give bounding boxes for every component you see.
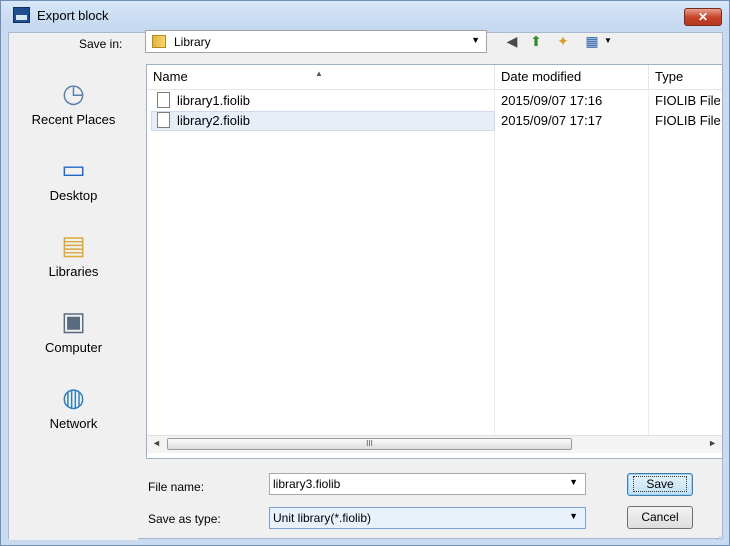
file-name-combo[interactable]: library3.fiolib ▼ [269,473,586,495]
save-button-label: Save [633,476,687,492]
save-button[interactable]: Save [627,473,693,496]
file-type: FIOLIB File [655,113,721,128]
place-desktop[interactable]: ▭ Desktop [9,152,138,203]
file-name: library2.fiolib [177,113,250,128]
column-date-label: Date modified [501,69,582,84]
chevron-down-icon: ▼ [471,35,480,45]
computer-icon: ▣ [61,306,86,336]
folder-icon [152,35,166,48]
save-in-label: Save in: [79,37,123,51]
file-name-label: File name: [148,480,205,494]
desktop-icon: ▭ [61,154,86,184]
save-as-type-label: Save as type: [148,512,221,526]
scroll-right-icon[interactable]: ► [708,438,717,448]
file-date: 2015/09/07 17:16 [501,93,603,108]
list-item[interactable]: library2.fiolib 2015/09/07 17:17 FIOLIB … [147,111,722,131]
libraries-icon: ▤ [61,230,86,260]
save-as-type-select[interactable]: Unit library(*.fiolib) ▼ [269,507,586,529]
column-divider [648,89,649,435]
scroll-left-icon[interactable]: ◄ [152,438,161,448]
resize-grip-icon[interactable]: ⋰ [716,532,726,542]
chevron-down-icon[interactable]: ▼ [569,511,578,521]
scroll-thumb[interactable]: III [167,438,572,450]
place-computer[interactable]: ▣ Computer [9,304,138,355]
save-as-type-value: Unit library(*.fiolib) [273,511,372,525]
place-libraries[interactable]: ▤ Libraries [9,228,138,279]
back-icon[interactable]: ◀ [503,32,521,50]
title-bar[interactable]: Export block ✕ [1,1,729,31]
export-block-dialog: Export block ✕ Save in: Library ▼ ◀ ⬆ ✦ … [0,0,730,546]
place-network[interactable]: ◍ Network [9,380,138,431]
place-label: Libraries [48,264,99,279]
file-list[interactable]: Name ▲ Date modified Type library1.fioli… [146,64,723,459]
place-label: Computer [44,340,103,355]
network-icon: ◍ [62,382,85,412]
place-label: Network [49,416,98,431]
dialog-title: Export block [37,8,109,23]
close-button[interactable]: ✕ [684,8,722,26]
sort-ascending-icon: ▲ [315,69,323,78]
places-bar: ◷ Recent Places ▭ Desktop ▤ Libraries ▣ … [9,64,138,540]
list-header: Name ▲ Date modified Type [147,65,722,90]
recent-places-icon: ◷ [62,78,85,108]
save-in-dropdown[interactable]: Library ▼ [145,30,487,53]
up-folder-icon[interactable]: ⬆ [527,32,545,50]
column-header-date[interactable]: Date modified [495,65,649,89]
file-name-value: library3.fiolib [273,477,341,491]
horizontal-scrollbar[interactable]: ◄ III ► [147,435,722,453]
column-divider [494,89,495,435]
file-type: FIOLIB File [655,93,721,108]
file-date: 2015/09/07 17:17 [501,113,603,128]
chevron-down-icon[interactable]: ▼ [569,477,578,487]
app-icon [13,7,30,23]
new-folder-icon[interactable]: ✦ [554,32,572,50]
place-recent-places[interactable]: ◷ Recent Places [9,76,138,127]
place-label: Desktop [49,188,98,203]
place-label: Recent Places [31,112,116,127]
list-item[interactable]: library1.fiolib 2015/09/07 17:16 FIOLIB … [147,91,722,111]
column-header-type[interactable]: Type [649,65,722,89]
file-name: library1.fiolib [177,93,250,108]
cancel-button[interactable]: Cancel [627,506,693,529]
scroll-grip: III [366,439,373,448]
file-icon [157,112,170,128]
column-type-label: Type [655,69,684,84]
view-menu-chevron-icon[interactable]: ▼ [599,32,617,50]
cancel-button-label: Cancel [641,510,679,524]
column-name-label: Name [153,69,188,84]
save-in-value: Library [174,35,211,49]
file-icon [157,92,170,108]
column-header-name[interactable]: Name ▲ [147,65,495,89]
